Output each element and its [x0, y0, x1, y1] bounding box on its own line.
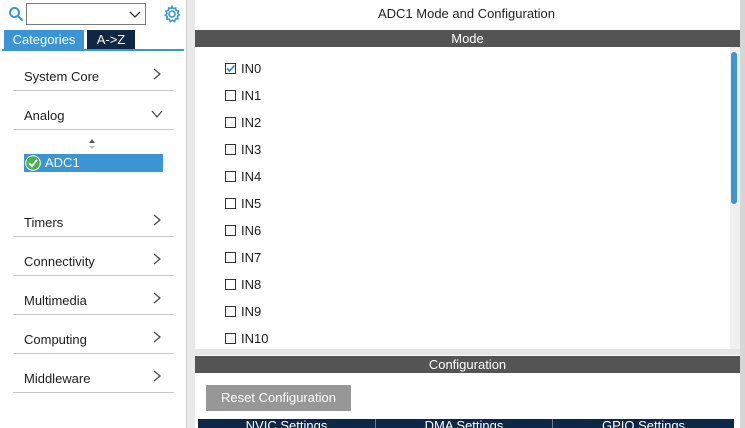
- checkbox[interactable]: [225, 63, 236, 74]
- chevron-right-icon: [152, 370, 162, 382]
- chevron-down-icon[interactable]: [129, 8, 141, 20]
- checkbox[interactable]: [225, 171, 236, 182]
- category-connectivity[interactable]: Connectivity: [13, 237, 174, 276]
- checkbox[interactable]: [225, 144, 236, 155]
- peripheral-label: ADC1: [45, 155, 80, 170]
- gear-icon[interactable]: [163, 4, 181, 23]
- tab-a-to-z[interactable]: A->Z: [87, 30, 135, 49]
- channel-label: IN9: [241, 304, 262, 319]
- channel-label: IN0: [241, 61, 262, 76]
- settings-tab-bar: NVIC Settings DMA Settings GPIO Settings: [198, 419, 734, 428]
- channel-label: IN7: [241, 250, 262, 265]
- chevron-right-icon: [152, 68, 162, 80]
- reset-configuration-button[interactable]: Reset Configuration: [206, 385, 351, 411]
- category-analog[interactable]: Analog: [13, 91, 174, 130]
- checkbox[interactable]: [225, 306, 236, 317]
- channel-label: IN1: [241, 88, 262, 103]
- channel-label: IN4: [241, 169, 262, 184]
- tab-underline: [2, 49, 184, 51]
- section-splitter[interactable]: [195, 349, 740, 355]
- channel-label: IN2: [241, 115, 262, 130]
- left-panel: Categories A->Z System Core Analog ADC1 …: [0, 0, 186, 428]
- category-computing[interactable]: Computing: [13, 315, 174, 354]
- search-combobox[interactable]: [26, 3, 146, 25]
- search-icon[interactable]: [8, 6, 24, 22]
- channel-label: IN6: [241, 223, 262, 238]
- category-middleware[interactable]: Middleware: [13, 354, 174, 393]
- panel-splitter[interactable]: [186, 0, 195, 428]
- category-label: Computing: [24, 332, 87, 347]
- mode-scrollbar[interactable]: [730, 47, 740, 349]
- checkbox[interactable]: [225, 333, 236, 344]
- tab-label: DMA Settings: [424, 419, 504, 428]
- checkbox[interactable]: [225, 198, 236, 209]
- mode-channel-list: IN0 IN1 IN2 IN3 IN4 IN5 IN6 IN7 IN8 IN9 …: [195, 47, 740, 349]
- category-label: Connectivity: [24, 254, 95, 269]
- window-edge: [740, 0, 745, 428]
- chevron-right-icon: [152, 214, 162, 226]
- category-label: Middleware: [24, 371, 91, 386]
- category-timers[interactable]: Timers: [13, 198, 174, 237]
- tab-label: GPIO Settings: [601, 419, 686, 428]
- category-label: Analog: [24, 108, 65, 123]
- channel-label: IN5: [241, 196, 262, 211]
- search-row: [0, 0, 186, 30]
- tab-gpio-settings[interactable]: GPIO Settings: [553, 419, 734, 428]
- category-system-core[interactable]: System Core: [13, 52, 174, 91]
- category-label: System Core: [24, 69, 100, 84]
- chevron-down-icon: [151, 107, 163, 118]
- sort-arrows-icon[interactable]: [88, 138, 96, 150]
- channel-label: IN10: [241, 331, 269, 346]
- chevron-right-icon: [152, 292, 162, 304]
- scrollbar-thumb[interactable]: [731, 52, 737, 204]
- page-title: ADC1 Mode and Configuration: [377, 6, 556, 21]
- category-label: Timers: [24, 215, 64, 230]
- configuration-section-header: Configuration: [195, 356, 740, 373]
- channel-label: IN3: [241, 142, 262, 157]
- checkbox[interactable]: [225, 117, 236, 128]
- category-multimedia[interactable]: Multimedia: [13, 276, 174, 315]
- tab-label: NVIC Settings: [245, 419, 328, 428]
- main-panel: ADC1 Mode and Configuration Mode IN0 IN1…: [195, 0, 745, 428]
- tab-nvic-settings[interactable]: NVIC Settings: [198, 419, 376, 428]
- chevron-right-icon: [152, 253, 162, 265]
- mode-section-header: Mode: [195, 30, 740, 47]
- peripheral-item-adc1[interactable]: ADC1: [24, 154, 163, 172]
- tab-dma-settings[interactable]: DMA Settings: [376, 419, 553, 428]
- category-label: Multimedia: [24, 293, 87, 308]
- checkbox[interactable]: [225, 252, 236, 263]
- checkbox[interactable]: [225, 279, 236, 290]
- check-circle-icon: [25, 155, 41, 171]
- channel-label: IN8: [241, 277, 262, 292]
- checkbox[interactable]: [225, 90, 236, 101]
- checkbox[interactable]: [225, 225, 236, 236]
- chevron-right-icon: [152, 331, 162, 343]
- tab-categories[interactable]: Categories: [4, 30, 84, 49]
